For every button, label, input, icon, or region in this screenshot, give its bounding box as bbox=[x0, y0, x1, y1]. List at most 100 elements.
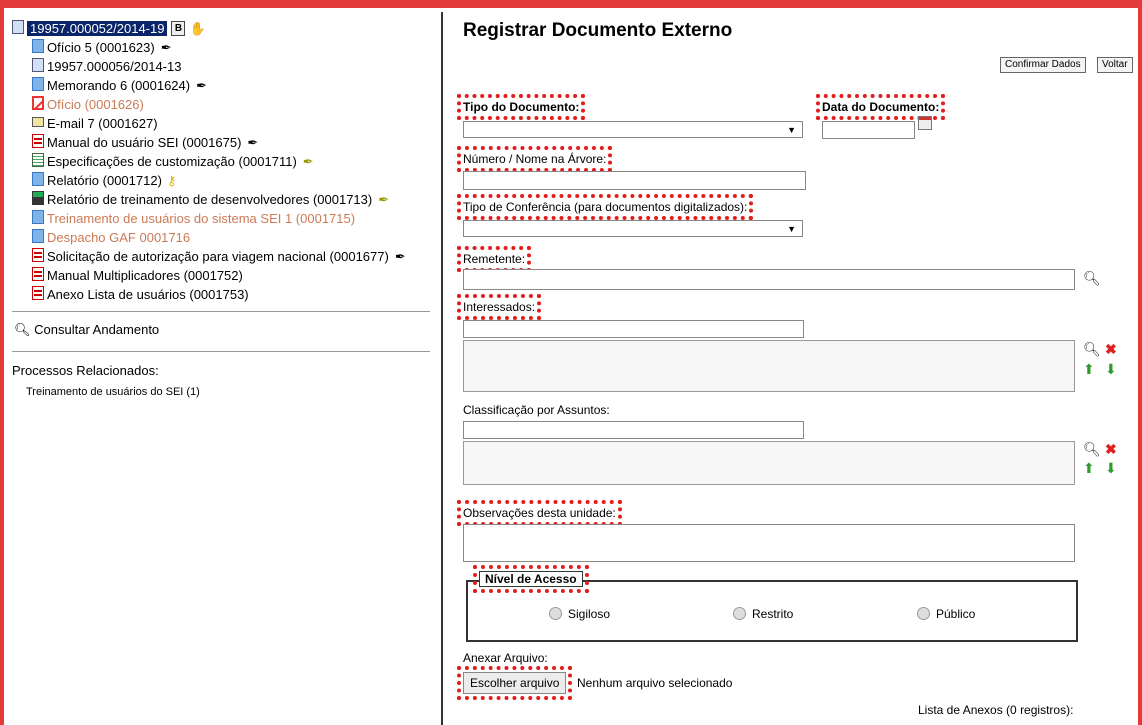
document-icon bbox=[32, 39, 44, 53]
related-process-link[interactable]: Treinamento de usuários do SEI (1) bbox=[26, 386, 200, 398]
b-icon[interactable]: B bbox=[171, 21, 186, 37]
document-icon bbox=[32, 77, 44, 91]
document-icon bbox=[32, 229, 44, 243]
pen-icon[interactable]: ✒ bbox=[196, 76, 207, 95]
observacoes-label: Observações desta unidade: bbox=[457, 500, 622, 526]
remove-icon[interactable]: ✖ bbox=[1105, 342, 1117, 356]
radio-sigiloso[interactable]: Sigiloso bbox=[549, 607, 610, 621]
tree-item-label[interactable]: Especificações de customização (0001711) bbox=[47, 154, 297, 169]
hand-icon[interactable]: ✋ bbox=[189, 19, 205, 38]
tree-item[interactable]: Relatório (0001712) ⚷ bbox=[12, 170, 432, 189]
tree-item-label[interactable]: Ofício (0001626) bbox=[47, 97, 144, 112]
data-documento-label: Data do Documento: bbox=[815, 94, 946, 120]
cancelled-icon bbox=[32, 96, 44, 110]
classificacao-input[interactable] bbox=[463, 421, 804, 439]
radio-circle-icon[interactable] bbox=[733, 607, 746, 620]
tree-root[interactable]: 19957.000052/2014-19 B ✋ bbox=[12, 18, 432, 37]
panel-divider[interactable] bbox=[441, 12, 443, 725]
tree-item-label[interactable]: Relatório (0001712) bbox=[47, 173, 162, 188]
confirm-button[interactable]: Confirmar Dados bbox=[1000, 57, 1086, 73]
tree-item-label[interactable]: Anexo Lista de usuários (0001753) bbox=[47, 287, 249, 302]
observacoes-textarea[interactable] bbox=[463, 524, 1075, 562]
pdf-icon bbox=[32, 248, 44, 262]
tree-item[interactable]: Ofício (0001626) bbox=[12, 94, 432, 113]
radio-restrito[interactable]: Restrito bbox=[733, 607, 793, 621]
pen-icon[interactable]: ✒ bbox=[395, 247, 406, 266]
tree-item[interactable]: Treinamento de usuários do sistema SEI 1… bbox=[12, 208, 432, 227]
radio-sigiloso-label: Sigiloso bbox=[568, 607, 611, 621]
tree-item[interactable]: Manual Multiplicadores (0001752) bbox=[12, 265, 432, 284]
pen-icon[interactable]: ✒ bbox=[247, 133, 258, 152]
radio-circle-icon[interactable] bbox=[917, 607, 930, 620]
search-icon: 🔍︎ bbox=[14, 322, 31, 337]
tree-item[interactable]: 19957.000056/2014-13 bbox=[12, 56, 432, 75]
tree-item-label[interactable]: Manual do usuário SEI (0001675) bbox=[47, 135, 241, 150]
arrow-up-icon[interactable]: ⬆ bbox=[1083, 461, 1095, 475]
interessados-input[interactable] bbox=[463, 320, 804, 338]
screenshot-frame-right bbox=[1138, 0, 1142, 725]
nivel-acesso-legend: Nível de Acesso bbox=[473, 565, 589, 593]
tree-item[interactable]: Anexo Lista de usuários (0001753) bbox=[12, 284, 432, 303]
search-icon[interactable]: 🔍︎ bbox=[1083, 271, 1101, 285]
pdf-icon bbox=[32, 134, 44, 148]
search-icon[interactable]: 🔍︎ bbox=[1083, 442, 1101, 456]
screenshot-frame-top bbox=[0, 0, 1142, 8]
tree-root-label[interactable]: 19957.000052/2014-19 bbox=[27, 21, 168, 37]
tree-item-label[interactable]: Relatório de treinamento de desenvolvedo… bbox=[47, 192, 372, 207]
pen-icon[interactable]: ✒ bbox=[303, 152, 314, 171]
classificacao-list[interactable] bbox=[463, 441, 1075, 485]
remetente-label: Remetente: bbox=[456, 246, 532, 272]
related-processes-title: Processos Relacionados: bbox=[12, 363, 159, 378]
page-title: Registrar Documento Externo bbox=[463, 20, 733, 41]
tree-item-label[interactable]: Ofício 5 (0001623) bbox=[47, 40, 155, 55]
tree-item[interactable]: Despacho GAF 0001716 bbox=[12, 227, 432, 246]
tree-item[interactable]: Manual do usuário SEI (0001675) ✒ bbox=[12, 132, 432, 151]
remove-icon[interactable]: ✖ bbox=[1105, 442, 1117, 456]
anexar-label: Anexar Arquivo: bbox=[463, 651, 548, 665]
consultar-andamento-link[interactable]: 🔍︎ Consultar Andamento bbox=[14, 322, 159, 338]
tree-item[interactable]: E-mail 7 (0001627) bbox=[12, 113, 432, 132]
remetente-input[interactable] bbox=[463, 269, 1075, 290]
process-tree: 19957.000052/2014-19 B ✋ Ofício 5 (0001623… bbox=[12, 18, 432, 303]
document-icon bbox=[32, 210, 44, 224]
tree-item[interactable]: Ofício 5 (0001623) ✒ bbox=[12, 37, 432, 56]
back-button[interactable]: Voltar bbox=[1097, 57, 1133, 73]
pen-icon[interactable]: ✒ bbox=[378, 190, 389, 209]
calendar-icon[interactable] bbox=[918, 116, 932, 130]
tree-item-label[interactable]: Manual Multiplicadores (0001752) bbox=[47, 268, 243, 283]
arrow-down-icon[interactable]: ⬇ bbox=[1105, 461, 1117, 475]
radio-restrito-label: Restrito bbox=[752, 607, 794, 621]
interessados-list[interactable] bbox=[463, 340, 1075, 392]
chevron-down-icon: ▼ bbox=[787, 224, 796, 234]
tree-item[interactable]: Memorando 6 (0001624) ✒ bbox=[12, 75, 432, 94]
email-icon bbox=[32, 117, 44, 127]
process-icon bbox=[12, 20, 24, 34]
pen-icon[interactable]: ✒ bbox=[161, 38, 172, 57]
tree-item-label[interactable]: Memorando 6 (0001624) bbox=[47, 78, 190, 93]
tree-item[interactable]: Relatório de treinamento de desenvolvedo… bbox=[12, 189, 432, 208]
tree-item-label[interactable]: Solicitação de autorização para viagem n… bbox=[47, 249, 389, 264]
radio-publico[interactable]: Público bbox=[917, 607, 975, 621]
tipo-documento-select[interactable]: ▼ bbox=[463, 121, 803, 138]
arrow-up-icon[interactable]: ⬆ bbox=[1083, 362, 1095, 376]
search-icon[interactable]: 🔍︎ bbox=[1083, 342, 1101, 356]
data-documento-input[interactable] bbox=[822, 121, 915, 139]
divider-line bbox=[12, 351, 430, 352]
key-icon[interactable]: ⚷ bbox=[167, 171, 177, 190]
tree-item-label[interactable]: E-mail 7 (0001627) bbox=[47, 116, 158, 131]
anexos-list-title: Lista de Anexos (0 registros): bbox=[918, 703, 1074, 717]
pdf-icon bbox=[32, 267, 44, 281]
tree-item[interactable]: Especificações de customização (0001711)… bbox=[12, 151, 432, 170]
arrow-down-icon[interactable]: ⬇ bbox=[1105, 362, 1117, 376]
numero-input[interactable] bbox=[463, 171, 806, 190]
tipo-conferencia-select[interactable]: ▼ bbox=[463, 220, 803, 237]
consultar-andamento-label[interactable]: Consultar Andamento bbox=[34, 322, 159, 337]
tree-item-label[interactable]: 19957.000056/2014-13 bbox=[47, 59, 181, 74]
tree-item-label[interactable]: Despacho GAF 0001716 bbox=[47, 230, 190, 245]
tree-item[interactable]: Solicitação de autorização para viagem n… bbox=[12, 246, 432, 265]
radio-circle-icon[interactable] bbox=[549, 607, 562, 620]
tree-item-label[interactable]: Treinamento de usuários do sistema SEI 1… bbox=[47, 211, 355, 226]
file-status: Nenhum arquivo selecionado bbox=[577, 676, 733, 690]
divider-line bbox=[12, 311, 430, 312]
choose-file-button[interactable]: Escolher arquivo bbox=[456, 666, 573, 700]
